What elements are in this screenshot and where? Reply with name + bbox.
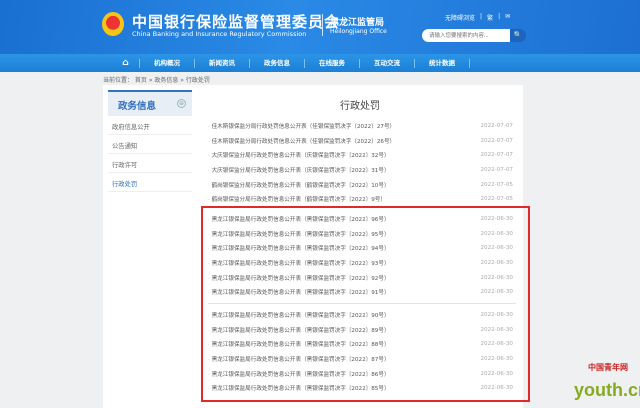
mail-icon[interactable]: ✉	[505, 13, 510, 22]
nav-item-statistics[interactable]: 统计数据	[415, 58, 470, 68]
list-item-date: 2022-07-05	[480, 196, 513, 203]
site-header: 中国银行保险监督管理委员会 China Banking and Insuranc…	[0, 0, 640, 54]
site-title-en: China Banking and Insurance Regulatory C…	[132, 30, 307, 38]
header-divider	[322, 14, 323, 36]
home-icon[interactable]: ⌂	[112, 58, 140, 68]
search-input[interactable]	[422, 29, 510, 42]
list-item-date: 2022-07-07	[480, 137, 513, 144]
nav-item-interaction[interactable]: 互动交流	[360, 58, 415, 68]
collapse-icon[interactable]: ⊖	[177, 99, 186, 108]
list-item[interactable]: 鹤岗银保监分局行政处罚信息公开表（鹤银保监罚决字〔2022〕9号） 2022-07…	[208, 192, 513, 207]
list-item[interactable]: 大庆银保监分局行政处罚信息公开表（庆银保监罚决字〔2022〕31号） 2022-0…	[208, 163, 513, 178]
sidebar-item-admin-penalty[interactable]: 行政处罚	[108, 173, 192, 192]
separator: |	[498, 13, 501, 20]
nav-item-about[interactable]: 机构概况	[140, 58, 195, 68]
accessibility-link[interactable]: 无障碍浏览	[445, 13, 475, 22]
nav-item-online-service[interactable]: 在线服务	[305, 58, 360, 68]
list-item-title[interactable]: 大庆银保监分局行政处罚信息公开表（庆银保监罚决字〔2022〕31号）	[208, 166, 390, 174]
sidebar: 政务信息 ⊖ 政府信息公开 公告通知 行政许可 行政处罚	[108, 90, 192, 192]
site-title-cn[interactable]: 中国银行保险监督管理委员会	[132, 11, 340, 32]
list-item-date: 2022-07-07	[480, 152, 513, 159]
office-name-cn: 黑龙江监管局	[330, 18, 385, 28]
list-item-date: 2022-07-07	[480, 167, 513, 174]
list-item-title[interactable]: 佳木斯银保监分局行政处罚信息公开表（佳银保监罚决字〔2022〕27号）	[208, 122, 396, 130]
watermark-cn: 中国青年网	[588, 363, 628, 372]
office-name-en: Heilongjiang Office	[330, 28, 387, 35]
page-title: 行政处罚	[340, 101, 380, 112]
list-item[interactable]: 鹤岗银保监分局行政处罚信息公开表（鹤银保监罚决字〔2022〕10号） 2022-0…	[208, 177, 513, 192]
sidebar-item-gov-info-disclosure[interactable]: 政府信息公开	[108, 116, 192, 135]
breadcrumb: 当前位置： 首页 » 政务信息 » 行政处罚	[103, 77, 210, 84]
watermark-en: youth.cn	[574, 380, 640, 400]
list-item-title[interactable]: 鹤岗银保监分局行政处罚信息公开表（鹤银保监罚决字〔2022〕9号）	[208, 195, 386, 203]
nav-item-news[interactable]: 新闻资讯	[195, 58, 250, 68]
list-item[interactable]: 佳木斯银保监分局行政处罚信息公开表（佳银保监罚决字〔2022〕26号） 2022-…	[208, 134, 513, 149]
sidebar-heading: 政务信息 ⊖	[108, 90, 192, 116]
sidebar-heading-label: 政务信息	[118, 101, 157, 112]
highlight-box	[201, 206, 530, 402]
list-item-title[interactable]: 佳木斯银保监分局行政处罚信息公开表（佳银保监罚决字〔2022〕26号）	[208, 137, 396, 145]
list-item-date: 2022-07-05	[480, 181, 513, 188]
main-nav: ⌂ 机构概况 新闻资讯 政务信息 在线服务 互动交流 统计数据	[0, 54, 640, 72]
list-item-title[interactable]: 鹤岗银保监分局行政处罚信息公开表（鹤银保监罚决字〔2022〕10号）	[208, 181, 390, 189]
watermark-logo: 中国青年网 youth.cn	[570, 360, 640, 408]
penalty-list-top: 佳木斯银保监分局行政处罚信息公开表（佳银保监罚决字〔2022〕27号） 2022-…	[208, 119, 513, 207]
list-item[interactable]: 大庆银保监分局行政处罚信息公开表（庆银保监罚决字〔2022〕32号） 2022-0…	[208, 148, 513, 163]
search-icon[interactable]: 🔍	[510, 29, 526, 42]
list-item-date: 2022-07-07	[480, 123, 513, 130]
national-emblem-icon	[102, 12, 124, 36]
list-item[interactable]: 佳木斯银保监分局行政处罚信息公开表（佳银保监罚决字〔2022〕27号） 2022-…	[208, 119, 513, 134]
top-links: 无障碍浏览 | 繁 | ✉	[445, 13, 510, 22]
sidebar-item-notices[interactable]: 公告通知	[108, 135, 192, 154]
nav-item-gov-info[interactable]: 政务信息	[250, 58, 305, 68]
sidebar-item-admin-license[interactable]: 行政许可	[108, 154, 192, 173]
traditional-chinese-link[interactable]: 繁	[487, 13, 493, 22]
separator: |	[480, 13, 483, 20]
list-item-title[interactable]: 大庆银保监分局行政处罚信息公开表（庆银保监罚决字〔2022〕32号）	[208, 151, 390, 159]
